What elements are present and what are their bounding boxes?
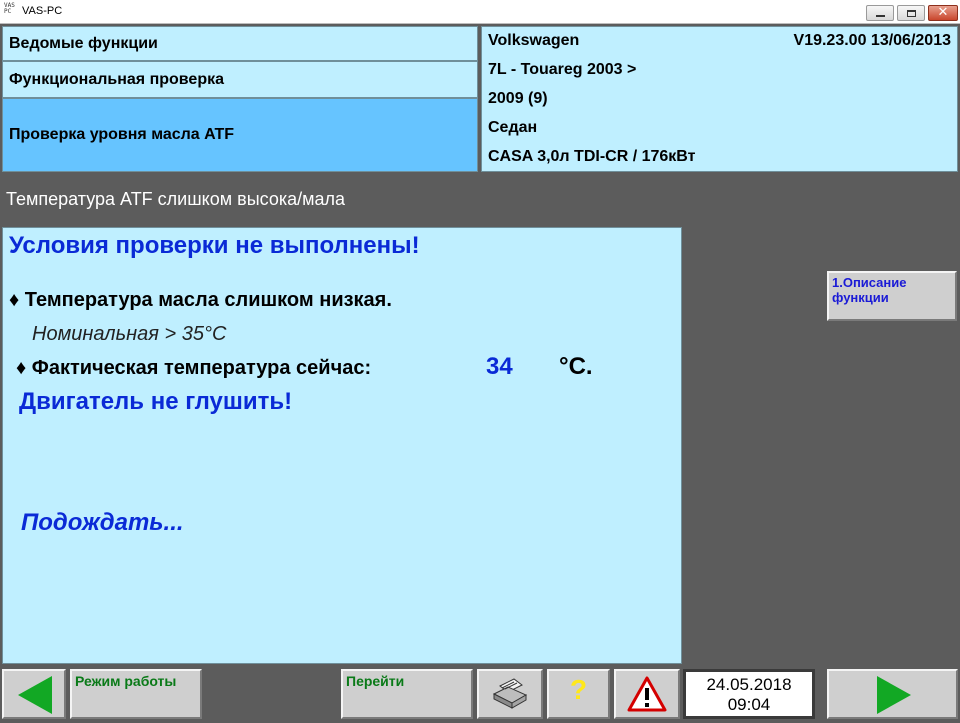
vehicle-info-panel: Volkswagen V19.23.00 13/06/2013 7L - Tou…: [481, 26, 958, 172]
close-button[interactable]: ✕: [928, 5, 958, 21]
minimize-button[interactable]: [866, 5, 894, 21]
printer-icon: [492, 678, 528, 709]
nav-item-guided-functions[interactable]: Ведомые функции: [2, 26, 478, 61]
close-icon: ✕: [937, 5, 949, 20]
vehicle-model-years: 2009 (9): [488, 90, 548, 107]
nav-item-functional-test[interactable]: Функциональная проверка: [2, 61, 478, 98]
date-time-display: 24.05.2018 09:04: [683, 669, 815, 719]
goto-button[interactable]: Перейти: [341, 669, 473, 719]
warning-button[interactable]: [614, 669, 680, 719]
nominal-value: Номинальная > 35°C: [32, 323, 227, 345]
vehicle-body: Седан: [488, 119, 538, 136]
vehicle-engine: CASA 3,0л TDI-CR / 176кВт: [488, 148, 696, 165]
nav-item-label: Функциональная проверка: [9, 70, 224, 88]
minimize-icon: [876, 15, 885, 17]
goto-label: Перейти: [346, 673, 405, 689]
arrow-left-icon: [18, 676, 52, 714]
back-button[interactable]: [2, 669, 66, 719]
status-text: Температура ATF слишком высока/мала: [6, 189, 346, 209]
function-description-button[interactable]: 1.Описание функции: [827, 271, 957, 321]
app-icon: VAS PC: [4, 2, 15, 15]
print-button[interactable]: [477, 669, 543, 719]
condition-line: ♦ Температура масла слишком низкая.: [9, 289, 392, 311]
maximize-button[interactable]: [897, 5, 925, 21]
breadcrumb-panel: Ведомые функции Функциональная проверка …: [2, 26, 478, 172]
actual-temp-unit: °C.: [559, 353, 593, 380]
nav-item-label: Проверка уровня масла ATF: [9, 126, 235, 143]
window-title: VAS-PC: [22, 5, 63, 17]
arrow-right-icon: [877, 676, 911, 714]
maximize-icon: [907, 10, 916, 17]
vehicle-brand: Volkswagen: [488, 32, 580, 49]
time-text: 09:04: [727, 695, 771, 714]
actual-temp-label: ♦ Фактическая температура сейчас:: [16, 357, 372, 379]
nav-item-label: Ведомые функции: [9, 34, 158, 52]
question-icon: ?: [569, 674, 588, 705]
help-button[interactable]: ?: [547, 669, 610, 719]
forward-button[interactable]: [827, 669, 958, 719]
main-panel: Условия проверки не выполнены! ♦ Темпера…: [2, 227, 682, 664]
software-version: V19.23.00 13/06/2013: [793, 32, 951, 49]
wait-message: Подождать...: [21, 509, 184, 536]
nav-item-atf-level-check[interactable]: Проверка уровня масла ATF: [2, 98, 478, 172]
date-text: 24.05.2018: [706, 675, 792, 694]
actual-temp-value: 34: [486, 353, 513, 380]
title-bar: VAS PC VAS-PC ✕: [0, 0, 960, 24]
operating-mode-button[interactable]: Режим работы: [70, 669, 202, 719]
operating-mode-label: Режим работы: [75, 673, 177, 689]
engine-note: Двигатель не глушить!: [19, 388, 293, 415]
conditions-warning: Условия проверки не выполнены!: [9, 232, 420, 259]
warning-triangle-icon: [627, 676, 667, 712]
vehicle-model: 7L - Touareg 2003 >: [488, 61, 637, 78]
